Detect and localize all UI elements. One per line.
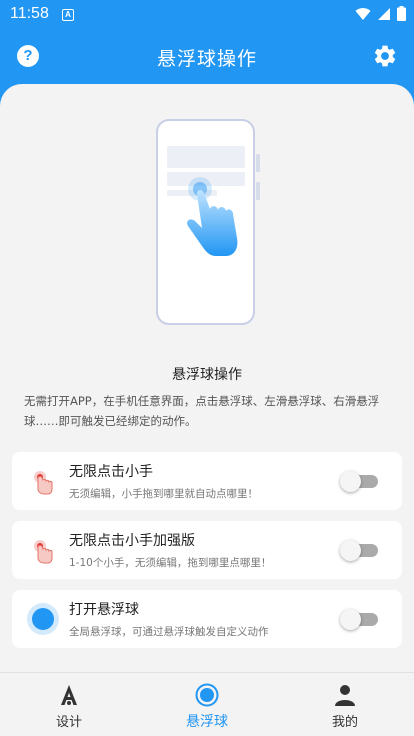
feature-toggle[interactable]	[340, 540, 378, 561]
notification-icon: A	[62, 9, 74, 21]
person-icon	[335, 685, 355, 706]
signal-icon	[378, 7, 390, 20]
app-bar: ? 悬浮球操作	[0, 30, 414, 84]
nav-label: 我的	[331, 715, 358, 730]
feature-card-floating-ball[interactable]: 打开悬浮球 全局悬浮球，可通过悬浮球触发自定义动作	[12, 590, 402, 648]
feature-title: 打开悬浮球	[69, 602, 139, 618]
feature-card-unlimited-click[interactable]: 无限点击小手 无须编辑，小手拖到哪里就自动点哪里！	[12, 452, 402, 510]
nav-item-floating-ball[interactable]: 悬浮球	[138, 673, 276, 736]
nav-item-design[interactable]: 设计	[0, 673, 138, 736]
status-icons	[355, 6, 406, 21]
feature-card-unlimited-click-plus[interactable]: 无限点击小手加强版 1-10个小手，无须编辑，拖到哪里点哪里！	[12, 521, 402, 579]
battery-icon	[397, 6, 406, 21]
nav-label: 悬浮球	[186, 714, 228, 730]
page-title: 悬浮球操作	[156, 48, 257, 70]
intro-headline: 悬浮球操作	[172, 367, 242, 383]
feature-toggle[interactable]	[340, 471, 378, 492]
feature-subtitle: 全局悬浮球，可通过悬浮球触发自定义动作	[69, 626, 269, 638]
feature-title: 无限点击小手加强版	[69, 533, 195, 549]
feature-subtitle: 无须编辑，小手拖到哪里就自动点哪里！	[69, 488, 258, 500]
feature-subtitle: 1-10个小手，无须编辑，拖到哪里点哪里！	[69, 557, 272, 569]
design-icon	[61, 685, 77, 705]
intro-description: 无需打开APP，在手机任意界面，点击悬浮球、左滑悬浮球、右滑悬浮球……即可触发已…	[24, 394, 380, 428]
floating-ball-icon	[27, 603, 59, 635]
toggle-knob	[340, 471, 361, 492]
floating-ball-icon	[195, 683, 219, 707]
gear-icon[interactable]	[372, 43, 398, 69]
wifi-icon	[355, 7, 371, 20]
toggle-knob	[340, 609, 361, 630]
status-time: 11:58	[10, 5, 49, 22]
nav-label: 设计	[55, 715, 82, 730]
feature-toggle[interactable]	[340, 609, 378, 630]
bottom-nav: 设计 悬浮球 我的	[0, 672, 414, 736]
tap-hand-icon	[34, 471, 53, 495]
feature-title: 无限点击小手	[69, 464, 153, 480]
status-bar: 11:58 A	[0, 0, 414, 30]
tap-hand-icon	[34, 540, 53, 564]
content-area: 悬浮球操作 无需打开APP，在手机任意界面，点击悬浮球、左滑悬浮球、右滑悬浮球……	[0, 84, 414, 672]
phone-tap-illustration	[156, 119, 260, 325]
nav-item-mine[interactable]: 我的	[276, 673, 414, 736]
toggle-knob	[340, 540, 361, 561]
